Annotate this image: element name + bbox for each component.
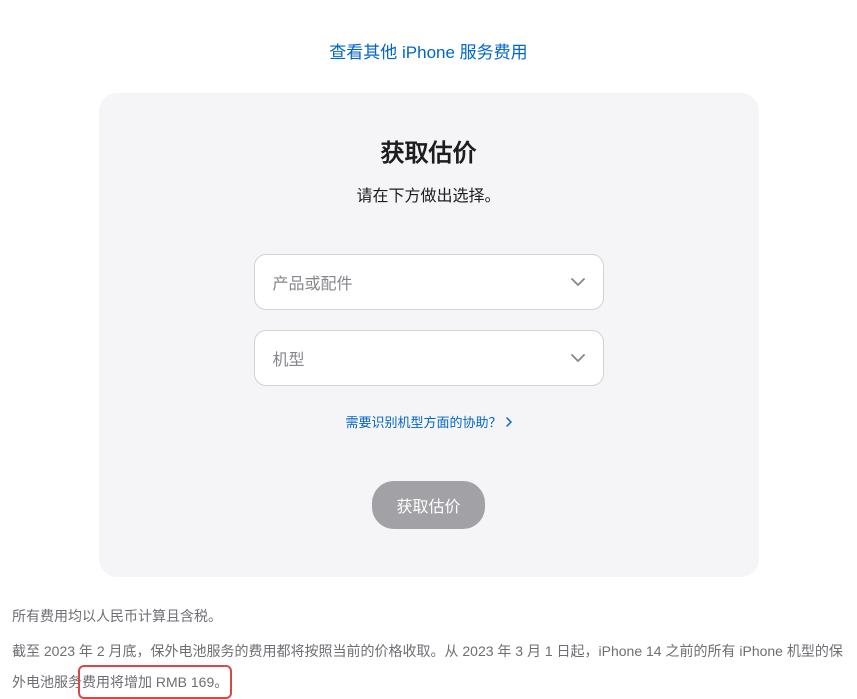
chevron-down-icon [571, 354, 585, 362]
other-service-fees-link[interactable]: 查看其他 iPhone 服务费用 [329, 43, 527, 62]
model-select-wrapper: 机型 [254, 330, 604, 386]
submit-row: 获取估价 [159, 481, 699, 547]
model-select-placeholder: 机型 [273, 346, 305, 370]
footer-line-1: 所有费用均以人民币计算且含税。 [12, 601, 845, 632]
chevron-right-icon [506, 417, 512, 427]
product-select[interactable]: 产品或配件 [254, 254, 604, 310]
get-estimate-button[interactable]: 获取估价 [372, 481, 484, 529]
card-subtitle: 请在下方做出选择。 [159, 182, 699, 206]
model-select[interactable]: 机型 [254, 330, 604, 386]
help-link-text: 需要识别机型方面的协助？ [345, 412, 501, 431]
estimate-card: 获取估价 请在下方做出选择。 产品或配件 机型 需要识别机型方面的协助？ 获取估… [99, 93, 759, 577]
card-title: 获取估价 [159, 133, 699, 168]
product-select-placeholder: 产品或配件 [273, 270, 353, 294]
footer-line-2: 截至 2023 年 2 月底，保外电池服务的费用都将按照当前的价格收取。从 20… [12, 636, 845, 698]
product-select-wrapper: 产品或配件 [254, 254, 604, 310]
price-increase-highlight: 费用将增加 RMB 169。 [82, 667, 228, 698]
identify-model-help-link[interactable]: 需要识别机型方面的协助？ [345, 412, 511, 431]
top-link-container: 查看其他 iPhone 服务费用 [0, 0, 857, 93]
chevron-down-icon [571, 278, 585, 286]
footer-text: 所有费用均以人民币计算且含税。 截至 2023 年 2 月底，保外电池服务的费用… [0, 577, 857, 697]
